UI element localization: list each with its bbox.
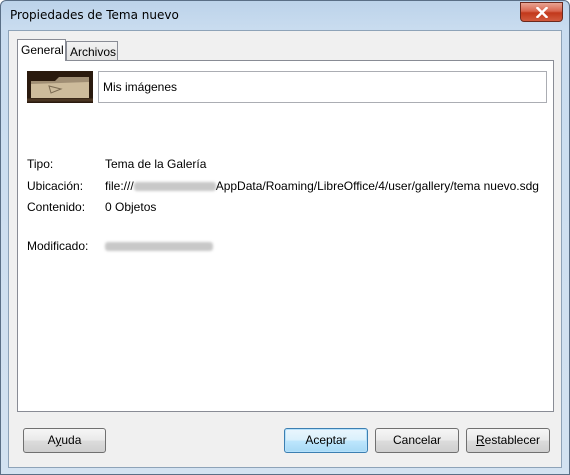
window-title: Propiedades de Tema nuevo <box>10 8 179 22</box>
ubicacion-value: file:/// AppData/Roaming/LibreOffice/4/us… <box>105 179 539 193</box>
title-bar[interactable]: Propiedades de Tema nuevo <box>1 1 569 29</box>
ubicacion-prefix: file:/// <box>105 179 134 193</box>
tipo-label: Tipo: <box>27 157 54 171</box>
close-button[interactable] <box>520 2 563 22</box>
dialog-body: General Archivos Mis imágenes Tipo: Tema… <box>8 30 562 468</box>
ok-button[interactable]: Aceptar <box>284 428 368 453</box>
contenido-label: Contenido: <box>27 200 86 214</box>
modificado-label: Modificado: <box>27 239 89 253</box>
contenido-value: 0 Objetos <box>105 200 157 214</box>
modificado-value <box>105 239 213 253</box>
dialog-window: Propiedades de Tema nuevo General Archiv… <box>0 0 570 475</box>
folder-thumbnail-icon <box>27 71 93 103</box>
help-button[interactable]: Ayuda <box>23 428 106 453</box>
cancel-button[interactable]: Cancelar <box>375 428 459 453</box>
redacted-date <box>105 242 213 252</box>
tab-general-label: General <box>21 43 64 57</box>
general-panel: Mis imágenes Tipo: Tema de la Galería Ub… <box>17 60 554 412</box>
ubicacion-label: Ubicación: <box>27 179 84 193</box>
tab-archivos[interactable]: Archivos <box>66 41 118 61</box>
close-icon <box>535 6 548 18</box>
reset-button[interactable]: Restablecer <box>466 428 550 453</box>
theme-name-input[interactable]: Mis imágenes <box>98 71 547 103</box>
ubicacion-suffix: AppData/Roaming/LibreOffice/4/user/galle… <box>215 179 539 193</box>
tipo-value: Tema de la Galería <box>105 157 207 171</box>
tab-general[interactable]: General <box>17 39 66 61</box>
tab-archivos-label: Archivos <box>70 45 117 59</box>
redacted-username <box>133 182 216 192</box>
theme-name-value: Mis imágenes <box>103 80 178 94</box>
